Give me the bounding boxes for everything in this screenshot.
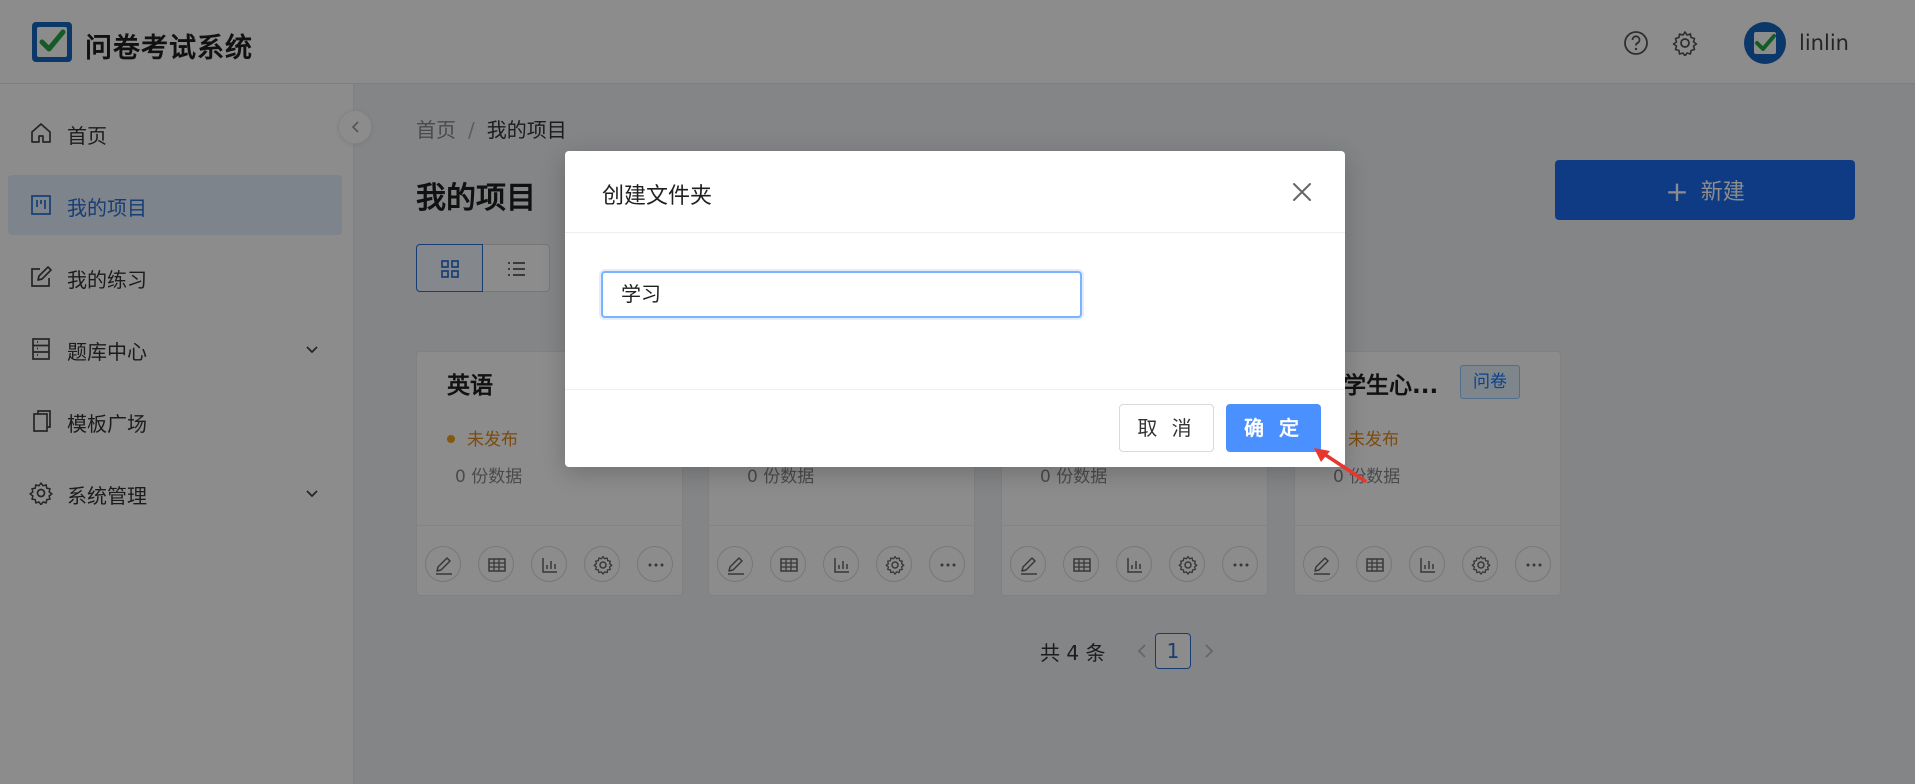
annotation-arrow-icon — [1314, 448, 1367, 483]
close-icon[interactable] — [1290, 180, 1314, 204]
modal-footer: 取 消 确 定 — [565, 389, 1345, 467]
modal-title: 创建文件夹 — [602, 184, 713, 209]
cancel-button[interactable]: 取 消 — [1119, 404, 1214, 452]
ok-button[interactable]: 确 定 — [1226, 404, 1321, 452]
folder-name-input[interactable]: 学习 — [601, 271, 1082, 318]
create-folder-modal: 创建文件夹 学习 取 消 确 定 — [565, 151, 1345, 467]
modal-header: 创建文件夹 — [565, 151, 1345, 233]
